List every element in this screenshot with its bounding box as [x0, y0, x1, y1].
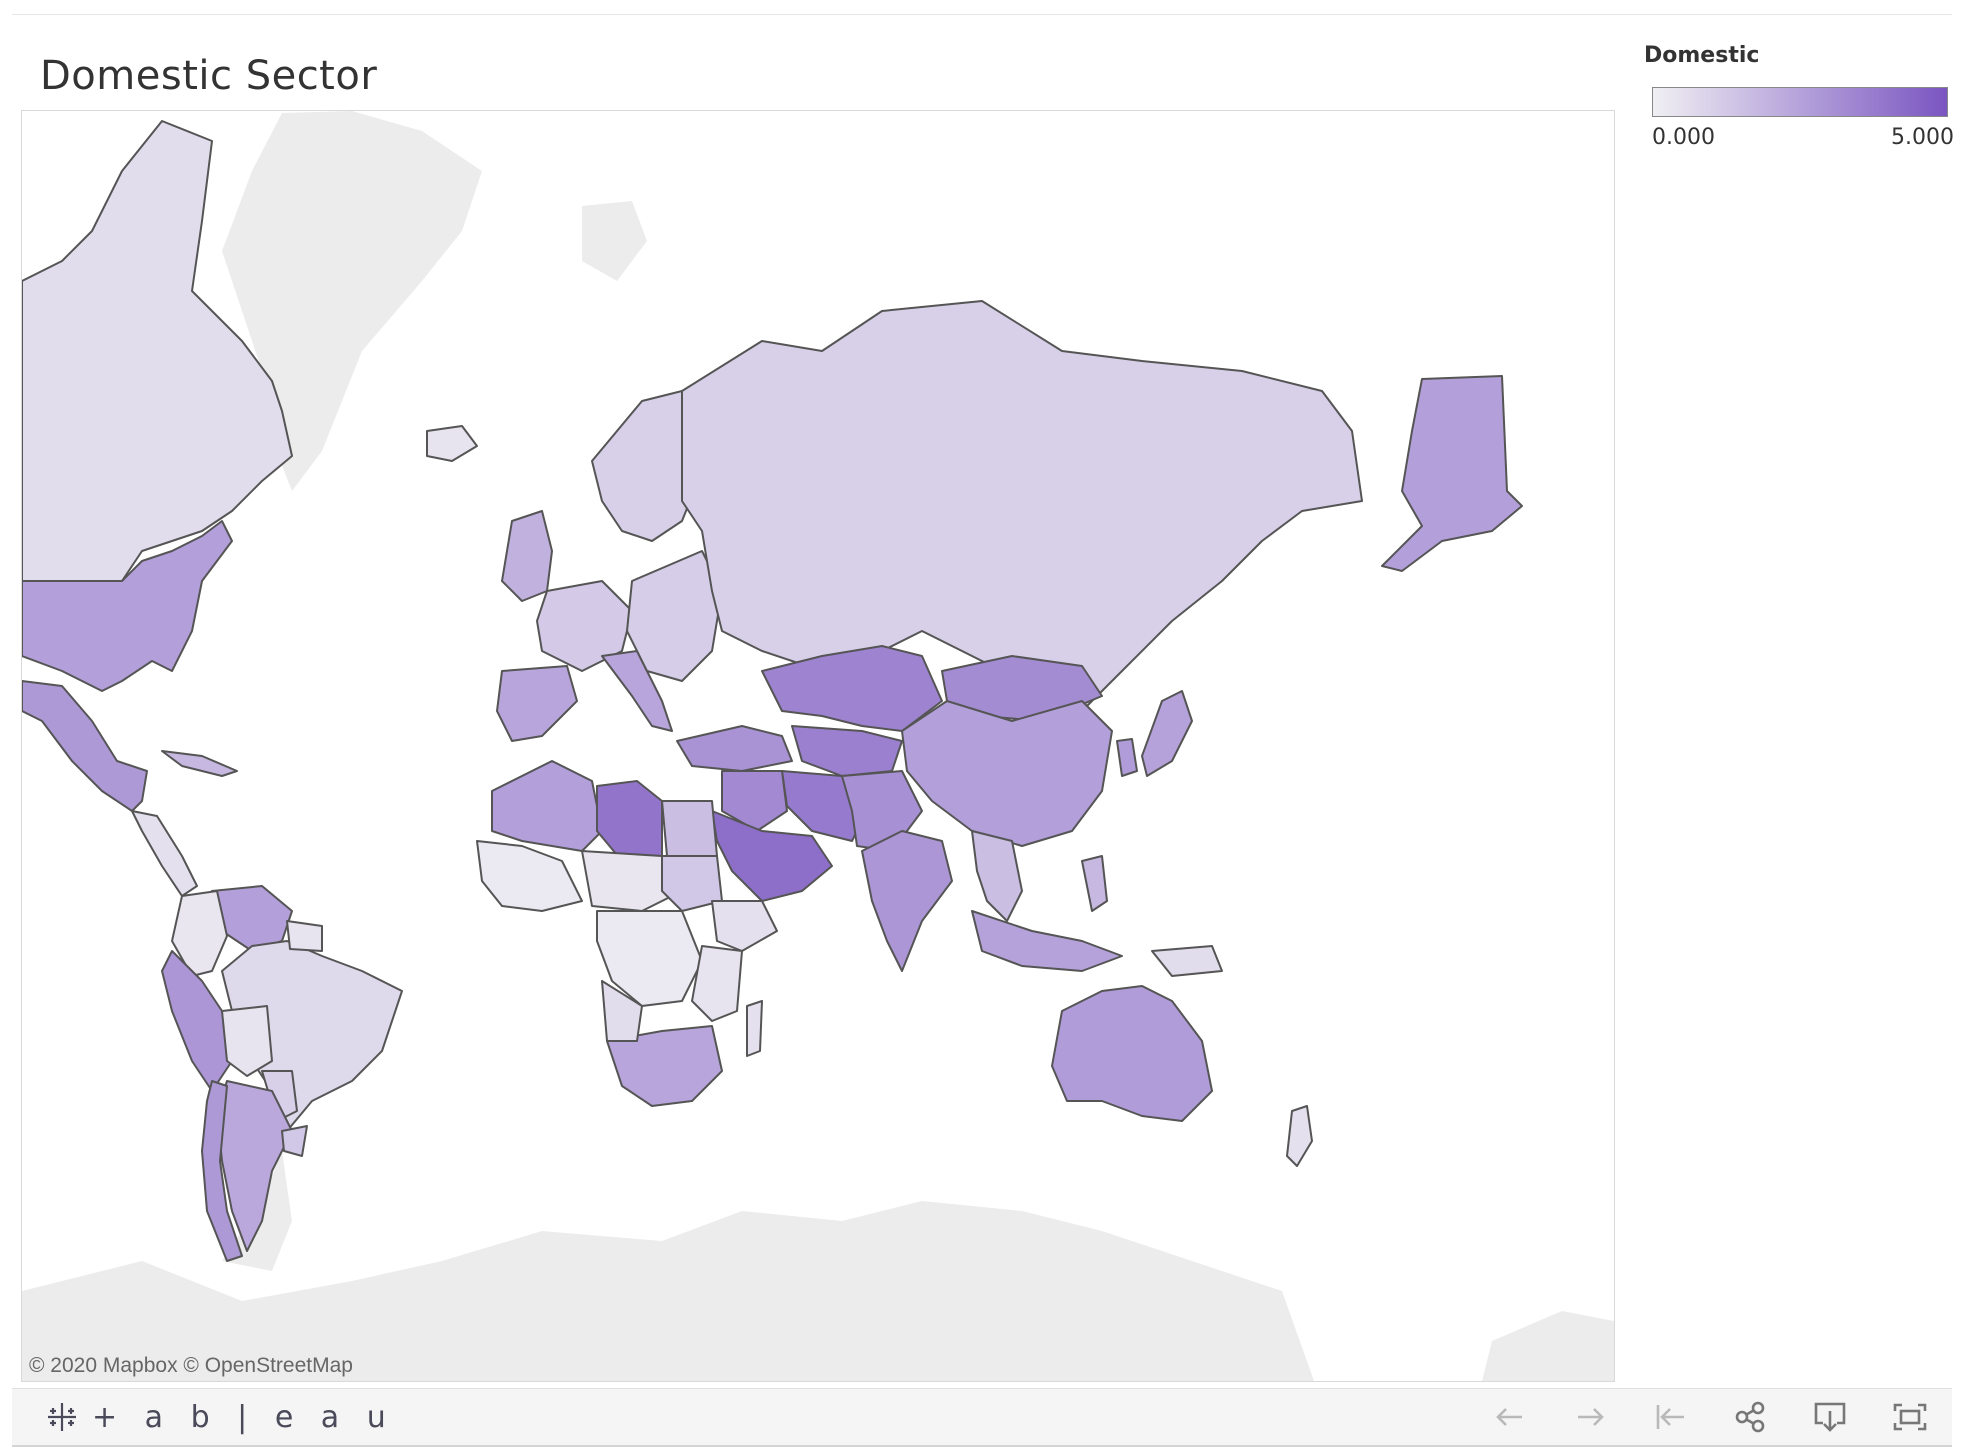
region-philippines[interactable]: [1081, 855, 1108, 912]
region-japan[interactable]: [1141, 690, 1193, 777]
region-russia[interactable]: [681, 300, 1363, 712]
legend-gradient-bar: [1652, 87, 1948, 117]
region-korea[interactable]: [1116, 738, 1138, 777]
region-mexico[interactable]: [22, 680, 148, 812]
region-new-zealand[interactable]: [1286, 1105, 1313, 1167]
arrow-right-icon: [1578, 1408, 1604, 1426]
legend-title: Domestic: [1644, 43, 1760, 68]
region-papua-new-guinea[interactable]: [1151, 945, 1223, 977]
viz-toolbar: + a b | e a u: [12, 1388, 1952, 1447]
region-iceland[interactable]: [426, 425, 478, 462]
world-map[interactable]: [22, 111, 1614, 1381]
arrow-left-icon: [1496, 1408, 1522, 1426]
region-morocco-algeria[interactable]: [491, 760, 603, 852]
tableau-cross-icon: [48, 1403, 76, 1431]
undo-button[interactable]: [1486, 1397, 1534, 1437]
revert-button[interactable]: [1646, 1397, 1694, 1437]
color-legend[interactable]: Domestic 0.000 5.000: [1644, 43, 1954, 153]
region-egypt[interactable]: [661, 800, 718, 857]
region-spain-portugal[interactable]: [496, 665, 578, 742]
region-united-kingdom-ireland[interactable]: [501, 510, 553, 602]
download-button[interactable]: [1806, 1397, 1854, 1437]
region-cuba[interactable]: [161, 750, 238, 777]
redo-button[interactable]: [1566, 1397, 1614, 1437]
region-china[interactable]: [901, 700, 1113, 847]
region-ethiopia-horn[interactable]: [711, 900, 778, 952]
revert-icon: [1656, 1405, 1684, 1429]
page-title: Domestic Sector: [40, 53, 378, 99]
legend-max-label: 5.000: [1891, 125, 1954, 150]
fullscreen-icon: [1893, 1403, 1927, 1431]
map-view[interactable]: © 2020 Mapbox © OpenStreetMap: [21, 110, 1615, 1382]
tableau-logo[interactable]: + a b | e a u: [44, 1397, 395, 1437]
region-alaska[interactable]: [1381, 375, 1523, 572]
region-guyana-suriname[interactable]: [286, 920, 323, 952]
region-libya[interactable]: [596, 780, 663, 862]
region-madagascar[interactable]: [746, 1000, 763, 1057]
region-central-asia[interactable]: [791, 725, 903, 777]
tableau-wordmark: + a b | e a u: [92, 1399, 395, 1435]
region-east-africa[interactable]: [691, 945, 743, 1022]
download-icon: [1814, 1402, 1846, 1432]
region-india[interactable]: [861, 830, 953, 972]
region-indonesia[interactable]: [971, 910, 1123, 972]
share-icon: [1735, 1401, 1765, 1433]
region-central-america[interactable]: [131, 810, 198, 897]
share-button[interactable]: [1726, 1397, 1774, 1437]
legend-min-label: 0.000: [1652, 125, 1715, 150]
region-uruguay[interactable]: [281, 1125, 308, 1157]
region-turkey[interactable]: [676, 725, 793, 772]
map-attribution[interactable]: © 2020 Mapbox © OpenStreetMap: [29, 1354, 353, 1378]
fullscreen-button[interactable]: [1886, 1397, 1934, 1437]
region-australia[interactable]: [1051, 985, 1213, 1122]
region-west-africa[interactable]: [476, 840, 583, 912]
